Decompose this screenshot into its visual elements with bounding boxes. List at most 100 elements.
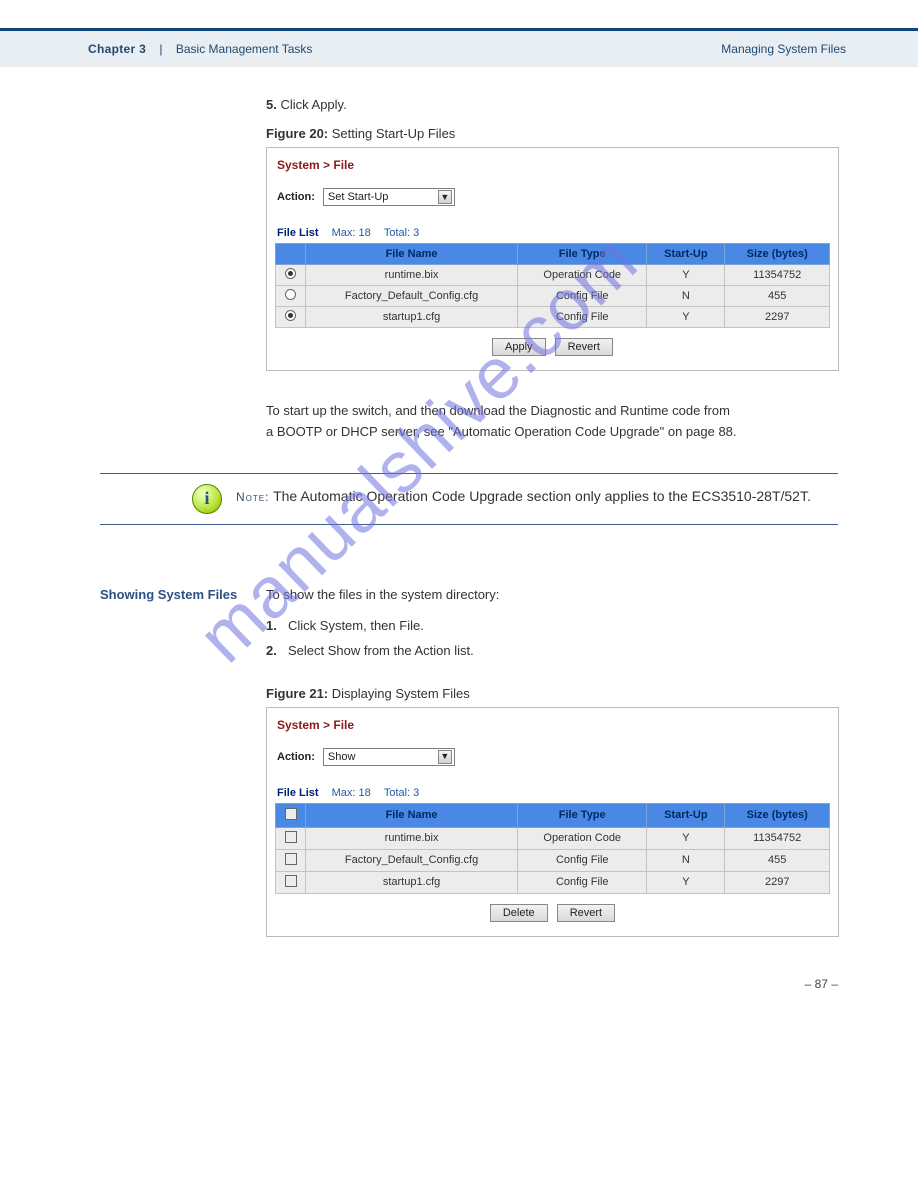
row-select <box>276 265 306 286</box>
cell-type: Operation Code <box>518 265 647 286</box>
button-row: Apply Revert <box>275 328 830 360</box>
action-row: Action: Show ▼ <box>275 742 830 779</box>
cell-size: 2297 <box>725 871 830 893</box>
file-list-total: Total: 3 <box>384 787 419 799</box>
note-label: Note: <box>236 490 269 504</box>
chapter-right: Basic Management Tasks <box>176 42 313 56</box>
file-table-body: runtime.bixOperation CodeY11354752Factor… <box>276 827 830 893</box>
show-steps: 1.Click System, then File. 2.Select Show… <box>266 618 838 658</box>
step-2-num: 2. <box>266 643 288 658</box>
cell-type: Config File <box>518 871 647 893</box>
figure-1-title: Setting Start-Up Files <box>332 126 456 141</box>
step-1-text: Click System, then File. <box>288 618 424 633</box>
figure-2-label: Figure 21: <box>266 686 328 701</box>
cell-start: Y <box>647 871 725 893</box>
auto-upgrade-link[interactable]: "Automatic Operation Code Upgrade" on pa… <box>448 424 733 439</box>
figure-1-label: Figure 20: <box>266 126 328 141</box>
apply-button[interactable]: Apply <box>492 338 546 356</box>
step-5-num: 5. <box>266 97 277 112</box>
auto-upgrade-line2a: a BOOTP or DHCP server, see <box>266 424 445 439</box>
cell-name: startup1.cfg <box>306 307 518 328</box>
cell-name: startup1.cfg <box>306 871 518 893</box>
cell-size: 11354752 <box>725 265 830 286</box>
col-size: Size (bytes) <box>725 803 830 827</box>
row-checkbox[interactable] <box>285 853 297 865</box>
chapter-sub: Managing System Files <box>721 42 846 56</box>
file-table: File Name File Type Start-Up Size (bytes… <box>275 243 830 328</box>
file-table-body: runtime.bixOperation CodeY11354752Factor… <box>276 265 830 328</box>
cell-size: 11354752 <box>725 827 830 849</box>
note-text: The Automatic Operation Code Upgrade sec… <box>273 488 811 504</box>
auto-upgrade-line1: To start up the switch, and then downloa… <box>266 403 838 420</box>
cell-start: N <box>647 849 725 871</box>
cell-name: Factory_Default_Config.cfg <box>306 286 518 307</box>
select-all-checkbox[interactable] <box>285 808 297 820</box>
file-list-heading: File List Max: 18 Total: 3 <box>275 219 830 243</box>
cell-type: Config File <box>518 286 647 307</box>
file-list-heading: File List Max: 18 Total: 3 <box>275 779 830 803</box>
note-rule-top <box>100 473 838 474</box>
cell-start: Y <box>647 307 725 328</box>
table-row: Factory_Default_Config.cfgConfig FileN45… <box>276 849 830 871</box>
col-start: Start-Up <box>647 803 725 827</box>
chevron-down-icon[interactable]: ▼ <box>438 190 452 204</box>
delete-button[interactable]: Delete <box>490 904 548 922</box>
action-dropdown[interactable]: Set Start-Up ▼ <box>323 188 455 206</box>
action-dropdown[interactable]: Show ▼ <box>323 748 455 766</box>
col-type: File Type <box>518 244 647 265</box>
chapter-left: Chapter 3 <box>88 42 146 56</box>
table-row: startup1.cfgConfig FileY2297 <box>276 871 830 893</box>
row-checkbox[interactable] <box>285 831 297 843</box>
revert-button[interactable]: Revert <box>557 904 615 922</box>
step-1-num: 1. <box>266 618 288 633</box>
cell-size: 2297 <box>725 307 830 328</box>
col-type: File Type <box>518 803 647 827</box>
file-list-max: Max: 18 <box>332 227 371 239</box>
action-value: Show <box>328 751 356 763</box>
table-row: Factory_Default_Config.cfgConfig FileN45… <box>276 286 830 307</box>
action-row: Action: Set Start-Up ▼ <box>275 182 830 219</box>
showing-files-heading: Showing System Files <box>100 587 266 602</box>
note: i Note: The Automatic Operation Code Upg… <box>192 484 838 514</box>
figure-2-title: Displaying System Files <box>332 686 470 701</box>
cell-name: runtime.bix <box>306 827 518 849</box>
col-select <box>276 803 306 827</box>
table-row: runtime.bixOperation CodeY11354752 <box>276 265 830 286</box>
cell-name: Factory_Default_Config.cfg <box>306 849 518 871</box>
auto-upgrade-line2: a BOOTP or DHCP server, see "Automatic O… <box>266 424 838 439</box>
chevron-down-icon[interactable]: ▼ <box>438 750 452 764</box>
cell-type: Config File <box>518 849 647 871</box>
row-select <box>276 849 306 871</box>
action-value: Set Start-Up <box>328 191 389 203</box>
cell-type: Operation Code <box>518 827 647 849</box>
row-checkbox[interactable] <box>285 875 297 887</box>
cell-start: Y <box>647 827 725 849</box>
row-radio[interactable] <box>285 310 296 321</box>
cell-start: N <box>647 286 725 307</box>
button-row: Delete Revert <box>275 894 830 926</box>
row-radio[interactable] <box>285 289 296 300</box>
table-row: runtime.bixOperation CodeY11354752 <box>276 827 830 849</box>
col-start: Start-Up <box>647 244 725 265</box>
file-list-max: Max: 18 <box>332 787 371 799</box>
col-select <box>276 244 306 265</box>
file-list-total: Total: 3 <box>384 227 419 239</box>
cell-name: runtime.bix <box>306 265 518 286</box>
breadcrumb: System > File <box>275 154 830 182</box>
row-select <box>276 871 306 893</box>
chapter-header: Chapter 3 | Basic Management Tasks Manag… <box>0 31 918 67</box>
row-select <box>276 286 306 307</box>
figure-2-caption: Figure 21: Displaying System Files <box>266 686 838 701</box>
col-name: File Name <box>306 244 518 265</box>
showing-files-intro: To show the files in the system director… <box>266 587 838 602</box>
row-radio[interactable] <box>285 268 296 279</box>
row-select <box>276 307 306 328</box>
col-size: Size (bytes) <box>725 244 830 265</box>
row-select <box>276 827 306 849</box>
action-label: Action: <box>277 751 315 763</box>
revert-button[interactable]: Revert <box>555 338 613 356</box>
file-list-label: File List <box>277 787 319 799</box>
figure-1-caption: Figure 20: Setting Start-Up Files <box>266 126 838 141</box>
cell-start: Y <box>647 265 725 286</box>
panel-show: System > File Action: Show ▼ File List M… <box>266 707 839 937</box>
